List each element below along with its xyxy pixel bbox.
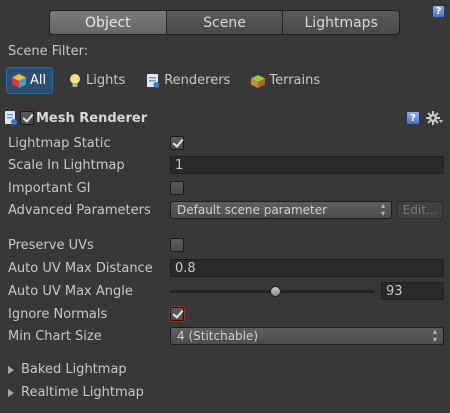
scene-filter-label: Scene Filter: — [8, 44, 89, 59]
lightmap-static-label: Lightmap Static — [8, 135, 111, 151]
mesh-renderer-icon — [4, 110, 18, 126]
component-title: Mesh Renderer — [36, 110, 148, 126]
filter-terrains-button[interactable]: Terrains — [246, 67, 326, 94]
scene-filter-bar: All Lights Renderers Terrains — [6, 67, 336, 94]
tab-lightmaps[interactable]: Lightmaps — [282, 11, 399, 34]
filter-renderers-button[interactable]: Renderers — [141, 67, 236, 94]
cube-icon — [11, 73, 27, 89]
filter-all-label: All — [30, 73, 47, 88]
realtime-lightmap-label: Realtime Lightmap — [21, 385, 144, 400]
angle-slider-thumb[interactable] — [270, 286, 282, 297]
auto-uv-max-distance-label: Auto UV Max Distance — [8, 260, 153, 276]
preserve-uvs-label: Preserve UVs — [8, 237, 94, 253]
gear-icon[interactable] — [426, 110, 444, 126]
foldout-arrow-icon — [8, 365, 14, 374]
filter-lights-label: Lights — [86, 73, 126, 88]
dropdown-arrows-icon: ▴ ▾ — [432, 327, 437, 344]
tab-scene[interactable]: Scene — [165, 11, 283, 34]
tab-bar: Object Scene Lightmaps — [49, 10, 400, 35]
edit-button[interactable]: Edit... — [397, 201, 443, 219]
preserve-uvs-row: Preserve UVs — [0, 235, 450, 255]
important-gi-row: Important GI — [0, 178, 450, 198]
advanced-parameters-value: Default scene parameter — [177, 203, 328, 217]
scale-in-lightmap-label: Scale In Lightmap — [8, 157, 125, 173]
advanced-parameters-label: Advanced Parameters — [8, 202, 151, 218]
bulb-icon — [67, 73, 83, 89]
realtime-lightmap-foldout[interactable]: Realtime Lightmap — [8, 385, 144, 400]
advanced-parameters-row: Advanced Parameters Default scene parame… — [0, 200, 450, 220]
advanced-parameters-dropdown[interactable]: Default scene parameter ▴ ▾ — [170, 201, 392, 219]
baked-lightmap-label: Baked Lightmap — [21, 362, 127, 377]
dropdown-arrows-icon: ▴ ▾ — [380, 201, 385, 218]
min-chart-size-label: Min Chart Size — [8, 328, 102, 344]
scale-in-lightmap-row: Scale In Lightmap 1 — [0, 155, 450, 175]
important-gi-label: Important GI — [8, 180, 91, 196]
baked-lightmap-foldout[interactable]: Baked Lightmap — [8, 362, 127, 377]
ignore-normals-row: Ignore Normals — [0, 304, 450, 324]
component-enabled-checkbox[interactable] — [20, 111, 34, 125]
lightmap-static-row: Lightmap Static — [0, 133, 450, 153]
auto-uv-max-angle-row: Auto UV Max Angle 93 — [0, 281, 450, 301]
component-header: Mesh Renderer — [4, 109, 147, 127]
terrain-icon — [250, 73, 266, 89]
ignore-normals-label: Ignore Normals — [8, 306, 108, 322]
tab-object[interactable]: Object — [50, 11, 166, 34]
filter-lights-button[interactable]: Lights — [63, 67, 131, 94]
auto-uv-max-distance-row: Auto UV Max Distance 0.8 — [0, 258, 450, 278]
scale-in-lightmap-field[interactable]: 1 — [170, 156, 444, 174]
ignore-normals-checkbox[interactable] — [170, 307, 184, 321]
min-chart-size-row: Min Chart Size 4 (Stitchable) ▴ ▾ — [0, 326, 450, 346]
renderer-icon — [145, 73, 161, 89]
important-gi-checkbox[interactable] — [170, 181, 184, 195]
filter-renderers-label: Renderers — [164, 73, 231, 88]
foldout-arrow-icon — [8, 388, 14, 397]
help-icon[interactable]: ? — [432, 5, 445, 18]
lightmap-static-checkbox[interactable] — [170, 136, 184, 150]
auto-uv-max-angle-label: Auto UV Max Angle — [8, 283, 133, 299]
min-chart-size-value: 4 (Stitchable) — [177, 329, 259, 343]
filter-all-button[interactable]: All — [6, 67, 53, 94]
min-chart-size-dropdown[interactable]: 4 (Stitchable) ▴ ▾ — [170, 327, 444, 345]
filter-terrains-label: Terrains — [269, 73, 321, 88]
auto-uv-max-angle-field[interactable]: 93 — [381, 282, 444, 300]
auto-uv-max-distance-field[interactable]: 0.8 — [170, 259, 444, 277]
preserve-uvs-checkbox[interactable] — [170, 238, 184, 252]
component-help-icon[interactable]: ? — [406, 111, 420, 125]
